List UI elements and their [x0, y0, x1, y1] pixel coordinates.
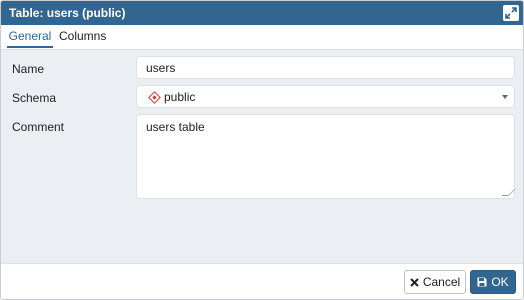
- tab-general[interactable]: General: [7, 25, 53, 48]
- maximize-icon[interactable]: [503, 5, 519, 21]
- dialog-footer: Cancel OK: [1, 263, 523, 299]
- save-disk-icon: [477, 277, 487, 287]
- comment-value: users table: [146, 120, 205, 134]
- dialog-titlebar[interactable]: Table: users (public): [1, 1, 523, 25]
- chevron-down-icon[interactable]: [502, 95, 508, 99]
- table-dialog: Table: users (public) General Columns Na…: [0, 0, 524, 300]
- schema-label: Schema: [12, 91, 57, 105]
- name-label: Name: [12, 62, 45, 76]
- comment-label: Comment: [12, 120, 65, 134]
- name-input[interactable]: users: [136, 56, 515, 79]
- tab-columns[interactable]: Columns: [59, 25, 106, 48]
- x-icon: [410, 277, 419, 287]
- name-value: users: [146, 61, 176, 75]
- schema-icon: [148, 91, 161, 104]
- tab-bar: General Columns: [1, 25, 523, 50]
- schema-select[interactable]: public: [136, 85, 515, 108]
- ok-label: OK: [491, 275, 509, 289]
- comment-textarea[interactable]: users table: [136, 114, 516, 199]
- dialog-title: Table: users (public): [9, 6, 126, 20]
- cancel-label: Cancel: [422, 275, 461, 289]
- cancel-button[interactable]: Cancel: [404, 270, 466, 294]
- schema-value: public: [164, 90, 196, 104]
- resize-grip-icon[interactable]: [501, 189, 516, 196]
- ok-button[interactable]: OK: [470, 270, 516, 294]
